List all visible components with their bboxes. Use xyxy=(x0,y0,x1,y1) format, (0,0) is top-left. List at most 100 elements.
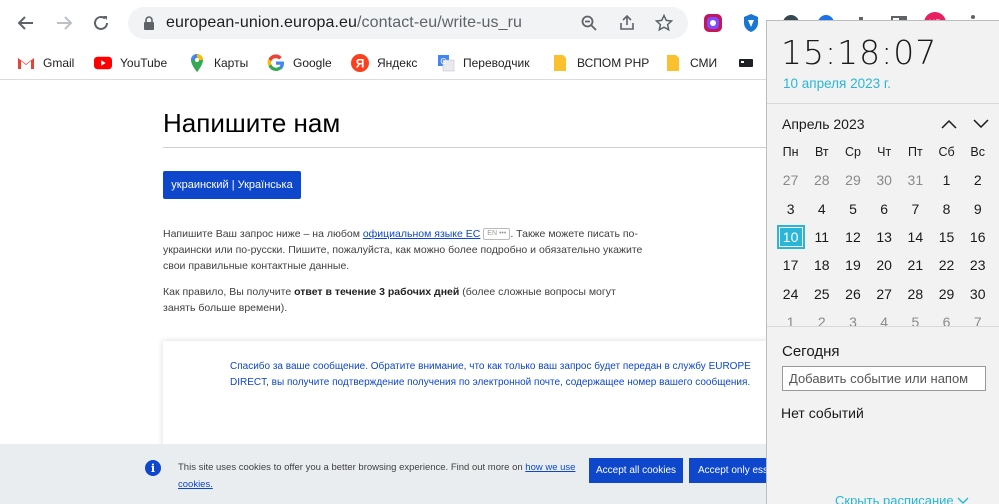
response-time-paragraph: Как правило, Вы получите ответ в течение… xyxy=(163,284,643,316)
calendar-day[interactable]: 31 xyxy=(900,172,931,188)
calendar-day[interactable]: 8 xyxy=(931,201,962,217)
forward-button[interactable] xyxy=(52,11,76,35)
calendar-day[interactable]: 12 xyxy=(837,229,868,245)
calendar-day[interactable]: 5 xyxy=(900,314,931,330)
bookmark-label: Карты xyxy=(214,56,249,70)
calendar-day[interactable]: 28 xyxy=(900,286,931,302)
address-bar[interactable]: european-union.europa.eu/contact-eu/writ… xyxy=(128,7,688,39)
calendar-day[interactable]: 25 xyxy=(806,286,837,302)
calendar-day[interactable]: 27 xyxy=(775,172,806,188)
calendar-day[interactable]: 2 xyxy=(962,172,993,188)
calendar-day[interactable]: 3 xyxy=(775,201,806,217)
bookmark-folder-php[interactable]: ВСПОМ PHP xyxy=(551,53,649,73)
bookmark-more-icon[interactable] xyxy=(738,53,754,73)
calendar-day[interactable]: 11 xyxy=(806,229,837,245)
calendar-day[interactable]: 6 xyxy=(869,201,900,217)
calendar-day[interactable]: 2 xyxy=(806,314,837,330)
calendar-day-number: 10 xyxy=(778,227,803,248)
calendar-day[interactable]: 17 xyxy=(775,257,806,273)
calendar-week-row: 27 28 29 30 31 1 2 xyxy=(775,166,998,194)
chevron-up-icon[interactable] xyxy=(939,115,959,133)
calendar-day[interactable]: 4 xyxy=(869,314,900,330)
language-button[interactable]: украинский | Українська xyxy=(163,171,301,199)
cookie-text: This site uses cookies to offer you a be… xyxy=(178,459,578,493)
calendar-day[interactable]: 22 xyxy=(931,257,962,273)
bookmark-gmail[interactable]: Gmail xyxy=(17,53,74,73)
calendar-day[interactable]: 6 xyxy=(931,314,962,330)
calendar-day[interactable]: 19 xyxy=(837,257,868,273)
folder-icon xyxy=(664,54,682,72)
extension-colorful-icon[interactable] xyxy=(702,12,724,34)
calendar-day[interactable]: 24 xyxy=(775,286,806,302)
weekday-header-row: Пн Вт Ср Чт Пт Сб Вс xyxy=(775,138,998,166)
chevron-down-icon xyxy=(957,497,969,504)
calendar-week-row: 17 18 19 20 21 22 23 xyxy=(775,251,998,279)
translate-icon: G xyxy=(437,54,455,72)
share-icon[interactable] xyxy=(618,14,636,32)
hide-schedule-link[interactable]: Скрыть расписание xyxy=(835,493,969,504)
bookmark-maps[interactable]: Карты xyxy=(188,53,248,73)
intro-paragraph: Напишите Ваш запрос ниже – на любом офиц… xyxy=(163,226,643,274)
calendar-day[interactable]: 3 xyxy=(837,314,868,330)
bookmark-label: Gmail xyxy=(43,56,75,70)
calendar-day[interactable]: 5 xyxy=(837,201,868,217)
calendar-day[interactable]: 20 xyxy=(869,257,900,273)
calendar-day[interactable]: 30 xyxy=(962,286,993,302)
back-button[interactable] xyxy=(14,11,38,35)
add-event-input[interactable]: Добавить событие или напом xyxy=(782,366,986,391)
calendar-day[interactable]: 30 xyxy=(869,172,900,188)
bookmark-label: СМИ xyxy=(690,56,718,70)
calendar-day[interactable]: 1 xyxy=(775,314,806,330)
calendar-day[interactable]: 15 xyxy=(931,229,962,245)
calendar-day[interactable]: 27 xyxy=(869,286,900,302)
folder-icon xyxy=(551,54,569,72)
calendar-day[interactable]: 1 xyxy=(931,172,962,188)
reload-button[interactable] xyxy=(89,11,113,35)
calendar-day[interactable]: 16 xyxy=(962,229,993,245)
accept-all-cookies-button[interactable]: Accept all cookies xyxy=(589,458,683,483)
url-path: /contact-eu/write-us_ru xyxy=(357,14,523,31)
calendar-day-today[interactable]: 10 xyxy=(775,225,806,250)
calendar-week-row: 1234567 xyxy=(775,308,998,336)
extension-shield-icon[interactable] xyxy=(740,12,762,34)
calendar-day[interactable]: 14 xyxy=(900,229,931,245)
zoom-icon[interactable] xyxy=(580,14,598,32)
calendar-day[interactable]: 29 xyxy=(931,286,962,302)
clock-date[interactable]: 10 апреля 2023 г. xyxy=(783,76,891,91)
calendar-day[interactable]: 9 xyxy=(962,201,993,217)
calendar-day[interactable]: 13 xyxy=(869,229,900,245)
calendar-month[interactable]: Апрель 2023 xyxy=(782,116,865,132)
bookmark-translate[interactable]: G Переводчик xyxy=(437,53,530,73)
today-highlight: 10 xyxy=(776,225,805,250)
lock-icon[interactable] xyxy=(140,14,158,32)
bookmark-label: YouTube xyxy=(120,56,168,70)
divider xyxy=(767,103,999,104)
bookmark-youtube[interactable]: YouTube xyxy=(94,53,167,73)
bookmark-folder-smi[interactable]: СМИ xyxy=(664,53,717,73)
calendar-day[interactable]: 7 xyxy=(962,314,993,330)
intro-text-1: Напишите Ваш запрос ниже – на любом xyxy=(163,228,363,240)
bookmark-google[interactable]: Google xyxy=(267,53,332,73)
calendar-day[interactable]: 29 xyxy=(837,172,868,188)
calendar-day[interactable]: 28 xyxy=(806,172,837,188)
calendar-day[interactable]: 4 xyxy=(806,201,837,217)
weekday-label: Пт xyxy=(907,145,923,160)
calendar-day[interactable]: 21 xyxy=(900,257,931,273)
bookmark-star-icon[interactable] xyxy=(655,14,673,32)
language-badge: EN ••• xyxy=(483,228,511,241)
url-text: european-union.europa.eu/contact-eu/writ… xyxy=(166,14,522,32)
url-domain: european-union.europa.eu xyxy=(166,14,358,31)
calendar-day[interactable]: 18 xyxy=(806,257,837,273)
bookmark-yandex[interactable]: Я Яндекс xyxy=(351,53,417,73)
youtube-icon xyxy=(94,54,112,72)
calendar-day[interactable]: 23 xyxy=(962,257,993,273)
official-languages-link[interactable]: официальном языке ЕС xyxy=(363,228,481,240)
calendar-day[interactable]: 26 xyxy=(837,286,868,302)
bookmark-label: Яндекс xyxy=(377,56,418,70)
chevron-down-icon[interactable] xyxy=(971,115,991,133)
calendar-day[interactable]: 7 xyxy=(900,201,931,217)
weekday-label: Сб xyxy=(938,145,955,160)
svg-text:G: G xyxy=(440,57,446,66)
weekday-label: Ср xyxy=(844,145,861,160)
no-events-text: Нет событий xyxy=(781,405,864,421)
